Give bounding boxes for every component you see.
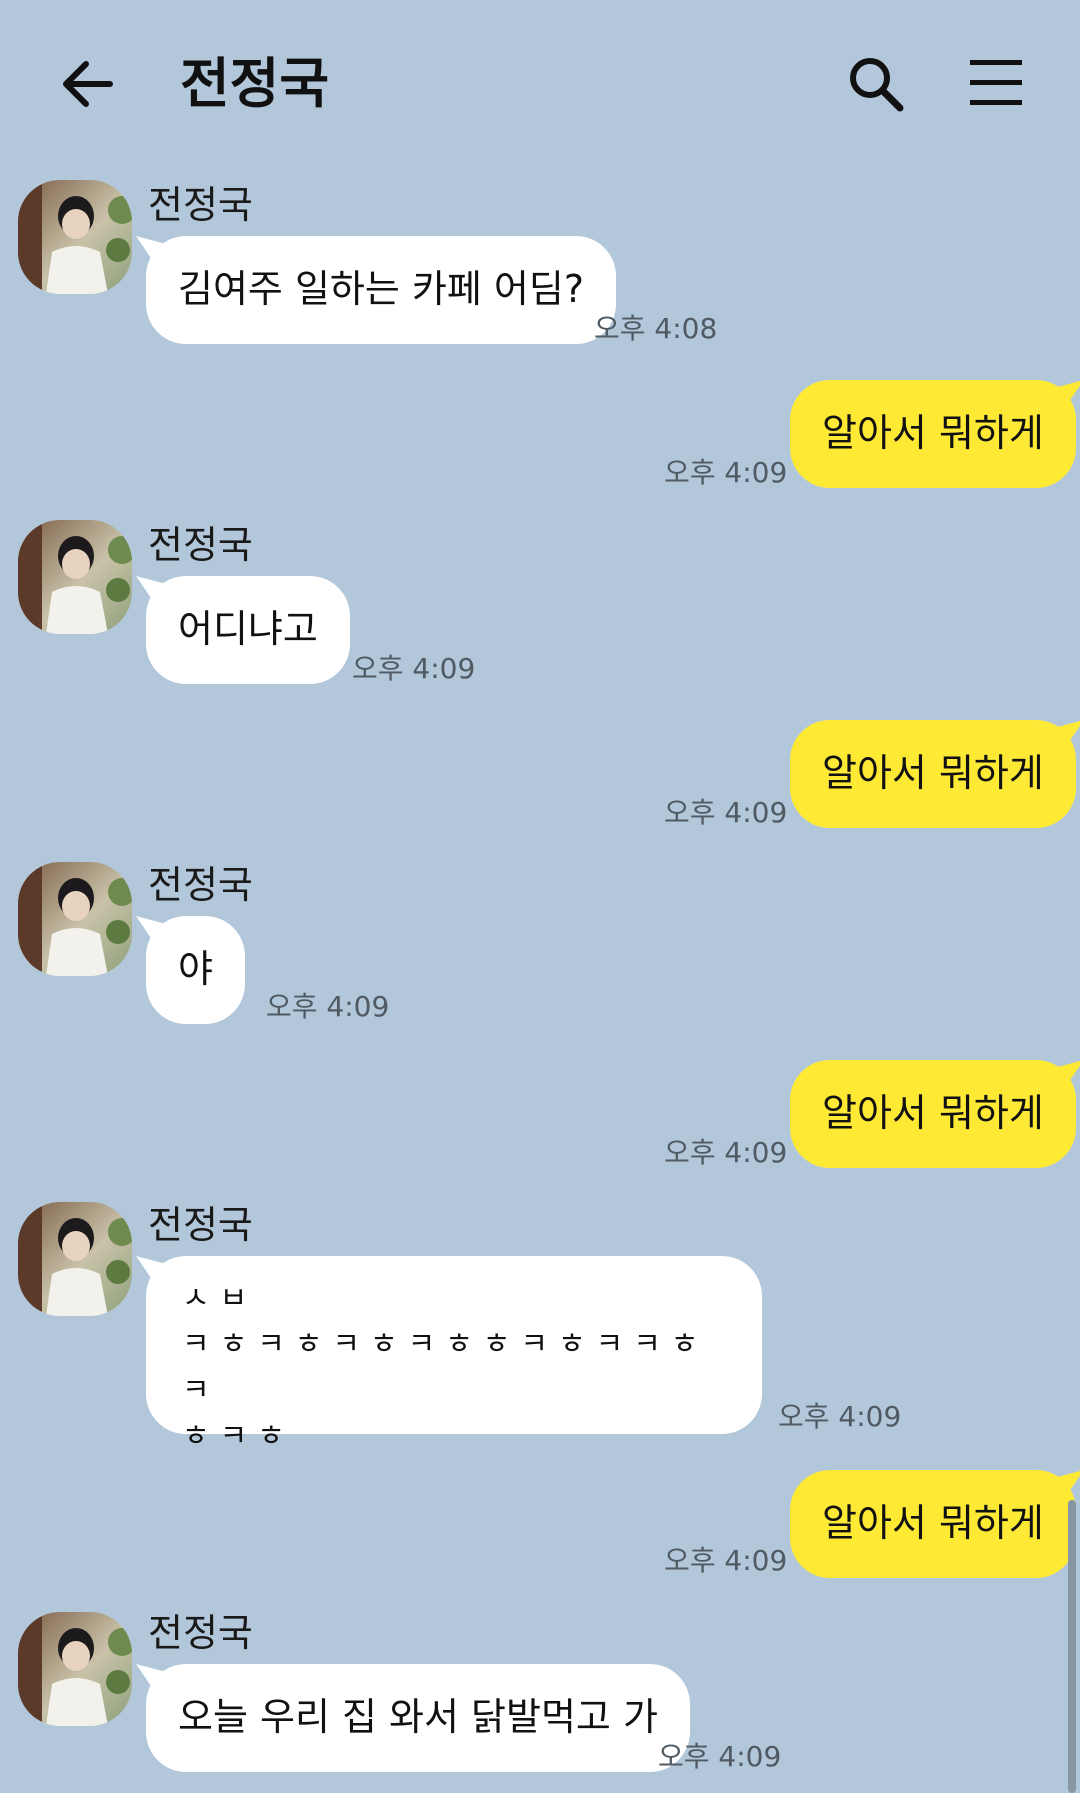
arrow-left-icon	[63, 61, 113, 107]
outgoing-message-bubble[interactable]: 알아서 뭐하게	[790, 380, 1076, 488]
sender-name: 전정국	[148, 863, 253, 907]
hamburger-menu-icon	[970, 60, 1022, 105]
message-time: 오후 4:09	[778, 1400, 902, 1433]
message-time: 오후 4:09	[664, 796, 788, 829]
message-text: 알아서 뭐하게	[822, 411, 1044, 455]
message-text: 알아서 뭐하게	[822, 1091, 1044, 1135]
message-text: 오늘 우리 집 와서 닭발먹고 가	[178, 1695, 658, 1739]
profile-photo-icon	[18, 180, 132, 294]
message-text: 야	[178, 947, 213, 991]
menu-button[interactable]	[966, 56, 1026, 112]
search-icon	[850, 58, 904, 112]
message-text: 알아서 뭐하게	[822, 1501, 1044, 1545]
scrollbar[interactable]	[1068, 1500, 1076, 1793]
outgoing-message-bubble[interactable]: 알아서 뭐하게	[790, 720, 1076, 828]
avatar[interactable]	[18, 520, 132, 634]
message-text: 김여주 일하는 카페 어딤?	[178, 267, 585, 311]
profile-photo-icon	[18, 520, 132, 634]
incoming-message-bubble[interactable]: 김여주 일하는 카페 어딤?	[146, 236, 617, 344]
message-text: 어디냐고	[178, 607, 318, 651]
profile-photo-icon	[18, 1202, 132, 1316]
sender-name: 전정국	[148, 523, 253, 567]
search-button[interactable]	[844, 52, 908, 116]
message-time: 오후 4:09	[658, 1740, 782, 1773]
profile-photo-icon	[18, 1612, 132, 1726]
message-text-line: ㅋㅎㅋㅎㅋㅎㅋㅎㅎㅋㅎㅋㅋㅎㅋ	[182, 1327, 709, 1408]
message-time: 오후 4:09	[664, 1544, 788, 1577]
message-time: 오후 4:09	[352, 652, 476, 685]
message-time: 오후 4:09	[664, 1136, 788, 1169]
message-text-line: ㅎㅋㅎ	[182, 1419, 295, 1454]
message-text-line: ㅅㅂ	[182, 1281, 258, 1316]
sender-name: 전정국	[148, 183, 253, 227]
message-time: 오후 4:09	[266, 990, 390, 1023]
message-text: 알아서 뭐하게	[822, 751, 1044, 795]
outgoing-message-bubble[interactable]: 알아서 뭐하게	[790, 1470, 1076, 1578]
message-time: 오후 4:09	[664, 456, 788, 489]
chat-title: 전정국	[180, 52, 330, 115]
avatar[interactable]	[18, 1202, 132, 1316]
back-button[interactable]	[56, 52, 120, 116]
message-time: 오후 4:08	[594, 312, 718, 345]
outgoing-message-bubble[interactable]: 알아서 뭐하게	[790, 1060, 1076, 1168]
sender-name: 전정국	[148, 1203, 253, 1247]
avatar[interactable]	[18, 180, 132, 294]
incoming-message-bubble[interactable]: 야	[146, 916, 245, 1024]
incoming-message-bubble[interactable]: 어디냐고	[146, 576, 350, 684]
avatar[interactable]	[18, 1612, 132, 1726]
incoming-message-bubble[interactable]: 오늘 우리 집 와서 닭발먹고 가	[146, 1664, 690, 1772]
sender-name: 전정국	[148, 1611, 253, 1655]
profile-photo-icon	[18, 862, 132, 976]
incoming-message-bubble[interactable]: ㅅㅂ ㅋㅎㅋㅎㅋㅎㅋㅎㅎㅋㅎㅋㅋㅎㅋ ㅎㅋㅎ	[146, 1256, 762, 1454]
avatar[interactable]	[18, 862, 132, 976]
chat-header: 전정국	[0, 0, 1080, 170]
